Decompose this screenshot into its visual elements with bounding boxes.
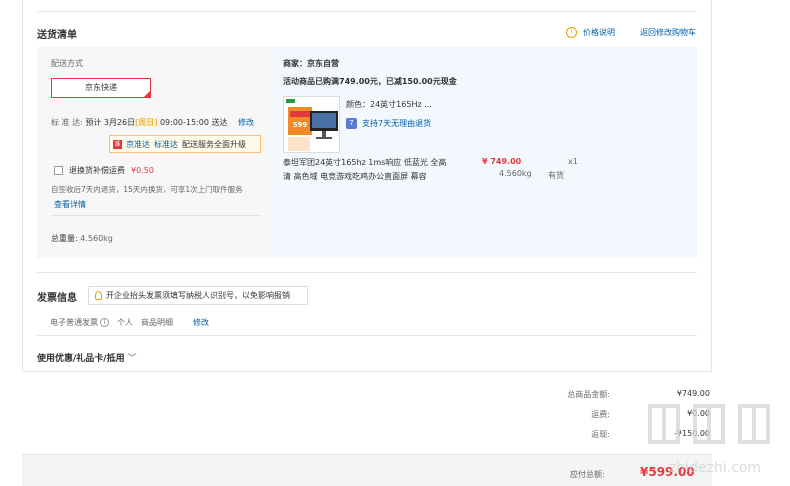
total-weight-label: 总重量:: [51, 234, 78, 243]
invoice-type: 电子普通发票: [50, 318, 98, 327]
payable-label: 应付总额:: [570, 470, 605, 479]
watermark-icon: zhidezhi.com: [648, 404, 770, 476]
invoice-title: 发票信息: [37, 293, 77, 304]
chevron-down-icon: ﹀: [127, 354, 137, 364]
total-weight-value: 4.560kg: [80, 234, 113, 243]
return-fee-label: 退换货补偿运费: [69, 166, 125, 175]
coupons-toggle[interactable]: 使用优惠/礼品卡/抵用 ﹀: [37, 351, 137, 364]
delivery-list-title: 送货清单: [37, 30, 77, 41]
standard-delivery-row: 标 准 达: 预计 3月26日[周日] 09:00-15:00 送达 修改: [51, 117, 254, 128]
price-note-link[interactable]: ! 价格说明: [566, 27, 615, 38]
stock-status: 有货: [548, 171, 564, 180]
goods-total-label: 总商品金额:: [567, 390, 610, 399]
invoice-detail-row: 电子普通发票 i 个人 商品明细 修改: [50, 317, 209, 328]
return-policy-text: 支持7天无理由退货: [362, 119, 432, 128]
monitor-product-icon: 599: [284, 97, 339, 152]
summary-goods-total: 总商品金额: ¥749.00: [520, 389, 710, 400]
seven-day-return-icon: 7: [346, 118, 357, 129]
standard-day: [周日]: [135, 118, 158, 127]
view-details-link[interactable]: 查看详情: [54, 199, 86, 210]
invoice-tip-text: 开企业抬头发票须填写纳税人识别号，以免影响报销: [106, 291, 290, 300]
product-weight: 4.560kg: [499, 169, 532, 178]
product-quantity: x1: [568, 157, 578, 166]
tooltip-jzd: 京准达: [126, 139, 150, 149]
total-weight-row: 总重量: 4.560kg: [51, 233, 113, 244]
discount-label: 返现:: [591, 430, 610, 439]
standard-window: 09:00-15:00 送达: [159, 118, 228, 127]
return-policy-row: 7 支持7天无理由退货: [346, 118, 431, 129]
product-image[interactable]: 599: [283, 96, 340, 153]
invoice-modify-link[interactable]: 修改: [193, 317, 209, 328]
product-name-line2: 清 高色域 电竞游戏吃鸡办公直面屏 幕容: [283, 172, 427, 181]
invoice-tip: 开企业抬头发票须填写纳税人识别号，以免影响报销: [88, 286, 308, 305]
left-divider: [51, 215, 261, 216]
return-fee-price: ¥0.50: [131, 166, 154, 175]
section-divider-2: [37, 335, 697, 336]
image-badge: 599: [293, 121, 308, 129]
return-fee-row: 退换货补偿运费 ¥0.50: [54, 165, 154, 176]
product-name-line1: 泰坦军团24英寸165hz 1ms响应 低蓝光 全高: [283, 158, 447, 167]
promo-text: 活动商品已购满749.00元，已减150.00元现金: [283, 77, 457, 86]
invoice-person: 个人: [117, 318, 133, 327]
return-fee-checkbox[interactable]: [54, 166, 63, 175]
product-block: 商家：京东自营 活动商品已购满749.00元，已减150.00元现金 599 颜…: [270, 47, 697, 258]
price-note-label: 价格说明: [583, 28, 615, 37]
tooltip-bzd: 标准达: [154, 139, 178, 149]
payable-footer: 应付总额: ¥599.00: [22, 454, 712, 486]
shipping-label: 运费:: [591, 410, 610, 419]
standard-date: 预计 3月26日: [85, 118, 136, 127]
watermark-text: zhidezhi.com: [669, 460, 761, 476]
tooltip-upgrade: 配送服务全面升级: [182, 139, 246, 149]
delivery-method-label: 配送方式: [51, 59, 83, 68]
info-icon: !: [566, 27, 577, 38]
jzd-icon: 准: [113, 139, 122, 149]
lightbulb-icon: [95, 291, 102, 300]
product-name[interactable]: 泰坦军团24英寸165hz 1ms响应 低蓝光 全高 清 高色域 电竞游戏吃鸡办…: [283, 157, 446, 182]
top-divider: [37, 11, 697, 12]
coupons-title: 使用优惠/礼品卡/抵用: [37, 354, 125, 364]
standard-label: 标 准 达:: [51, 118, 83, 127]
invoice-detail: 商品明细: [141, 318, 173, 327]
watermark-logo: zhidezhi.com: [640, 400, 790, 486]
product-price: ¥ 749.00: [482, 157, 522, 166]
delivery-options: 配送方式 京东快递 标 准 达: 预计 3月26日[周日] 09:00-15:0…: [37, 47, 270, 258]
merchant-name: 商家：京东自营: [283, 59, 339, 68]
info-circle-icon: i: [100, 318, 109, 327]
standard-modify-link[interactable]: 修改: [238, 118, 254, 127]
shipping-method-jd-express[interactable]: 京东快递: [51, 78, 151, 98]
goods-total-value: ¥749.00: [676, 389, 710, 398]
delivery-upgrade-tooltip: 准 京准达 标准达 配送服务全面升级: [109, 135, 261, 153]
return-description: 自签收后7天内退货，15天内换货，可享1次上门取件服务: [51, 185, 243, 194]
product-color: 颜色：24英寸165Hz ...: [346, 100, 432, 109]
back-to-cart-link[interactable]: 返回修改购物车: [640, 27, 696, 38]
section-divider-1: [37, 272, 697, 273]
